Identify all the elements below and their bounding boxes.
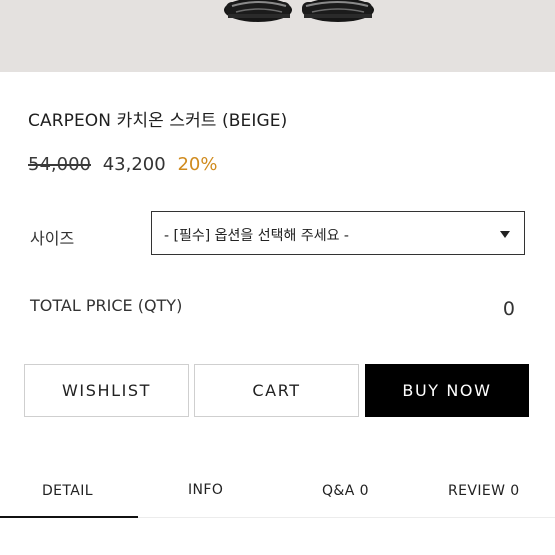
- size-label: 사이즈: [30, 229, 75, 248]
- cart-button[interactable]: CART: [194, 364, 359, 417]
- size-select-value: - [필수] 옵션을 선택해 주세요 -: [164, 228, 349, 244]
- chevron-down-icon: [500, 231, 510, 238]
- buy-now-button[interactable]: BUY NOW: [365, 364, 529, 417]
- shoe-image: [224, 0, 374, 22]
- size-select[interactable]: - [필수] 옵션을 선택해 주세요 -: [151, 211, 525, 255]
- tab-detail[interactable]: DETAIL: [42, 483, 93, 499]
- product-title: CARPEON 카치온 스커트 (BEIGE): [28, 111, 288, 131]
- original-price: 54,000: [28, 154, 91, 175]
- discount-rate: 20%: [177, 154, 218, 175]
- sale-price: 43,200: [102, 154, 166, 175]
- product-tabs: DETAIL INFO Q&A 0 REVIEW 0: [0, 465, 555, 519]
- tab-qa[interactable]: Q&A 0: [322, 483, 369, 499]
- active-tab-indicator: [0, 516, 138, 518]
- total-price-label: TOTAL PRICE (QTY): [30, 296, 183, 315]
- total-price-value: 0: [502, 298, 515, 320]
- product-photo: [0, 0, 555, 72]
- tab-info[interactable]: INFO: [188, 482, 223, 498]
- wishlist-button[interactable]: WISHLIST: [24, 364, 189, 417]
- tab-review[interactable]: REVIEW 0: [448, 483, 520, 499]
- price-row: 54,000 43,200 20%: [28, 154, 217, 175]
